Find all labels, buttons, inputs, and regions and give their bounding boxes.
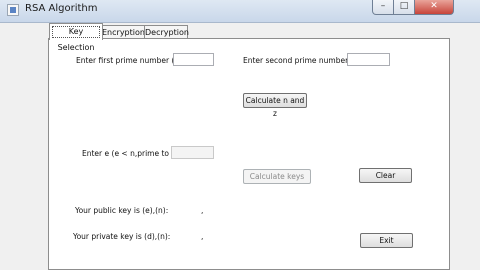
close-button[interactable]: ✕ bbox=[414, 0, 454, 15]
first-prime-label: Enter first prime number (p): bbox=[76, 56, 185, 65]
private-key-separator: , bbox=[201, 232, 204, 241]
tab-label: Encryption bbox=[102, 28, 145, 37]
window-title: RSA Algorithm bbox=[25, 3, 98, 14]
public-key-label: Your public key is (e),(n): bbox=[75, 206, 169, 215]
e-input[interactable] bbox=[171, 146, 214, 159]
public-key-separator: , bbox=[201, 206, 204, 215]
private-key-label: Your private key is (d),(n): bbox=[73, 232, 171, 241]
tab-encryption[interactable]: Encryption bbox=[101, 25, 145, 39]
second-prime-input[interactable] bbox=[347, 53, 390, 66]
tab-label: Decryption bbox=[145, 28, 189, 37]
title-bar[interactable]: RSA Algorithm – □ ✕ bbox=[0, 0, 480, 23]
exit-button[interactable]: Exit bbox=[360, 233, 413, 248]
maximize-button[interactable]: □ bbox=[393, 0, 415, 15]
minimize-button[interactable]: – bbox=[372, 0, 394, 15]
tab-decryption[interactable]: Decryption bbox=[144, 25, 189, 39]
app-window: RSA Algorithm – □ ✕ Key Selection Encryp… bbox=[0, 0, 480, 270]
first-prime-input[interactable] bbox=[173, 53, 214, 66]
calculate-keys-button[interactable]: Calculate keys bbox=[243, 169, 311, 184]
focus-outline bbox=[52, 26, 100, 38]
e-label: Enter e (e < n,prime to z): bbox=[82, 149, 181, 158]
clear-button[interactable]: Clear bbox=[359, 168, 412, 183]
second-prime-label: Enter second prime number (q): bbox=[243, 56, 364, 65]
calculate-n-z-button[interactable]: Calculate n and z bbox=[243, 93, 307, 118]
app-icon bbox=[7, 4, 19, 16]
tab-key-selection[interactable]: Key Selection bbox=[49, 23, 103, 52]
